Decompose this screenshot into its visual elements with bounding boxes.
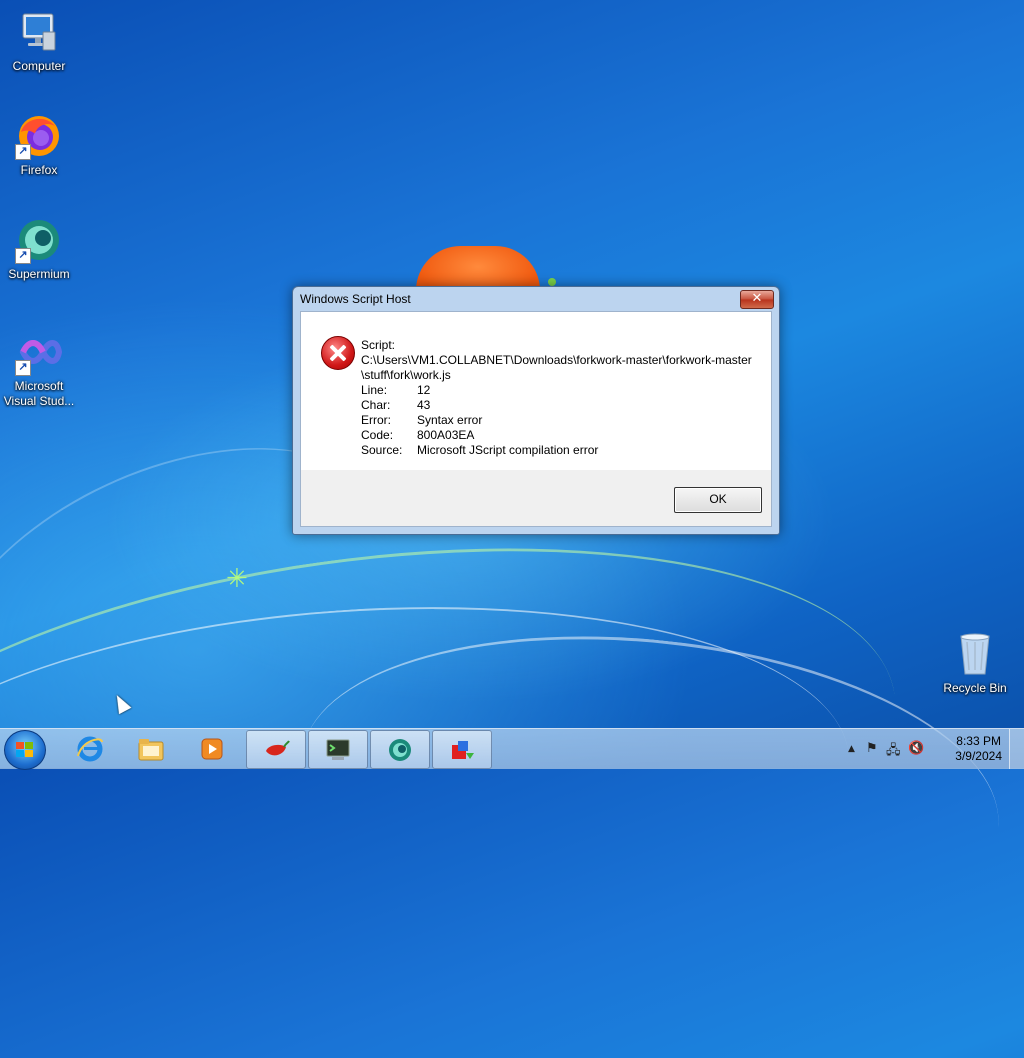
error-icon	[321, 336, 355, 370]
desktop-icon-computer[interactable]: Computer	[1, 8, 77, 74]
desktop-icon-label: Supermium	[8, 267, 70, 281]
script-path: C:\Users\VM1.COLLABNET\Downloads\forkwor…	[361, 353, 752, 382]
desktop-icon-supermium[interactable]: ↗ Supermium	[1, 216, 77, 282]
system-tray: ▲ ⚑ 🖧 🔇 8:33 PM 3/9/2024	[834, 729, 1024, 769]
action-center-flag-icon[interactable]: ⚑	[866, 741, 878, 756]
show-desktop-button[interactable]	[1009, 729, 1024, 769]
recycle-bin-icon	[951, 630, 999, 678]
close-icon: ✕	[751, 291, 763, 306]
detail-key: Line:	[361, 383, 388, 397]
detail-key: Code:	[361, 428, 394, 442]
supermium-icon	[386, 737, 414, 763]
clock-date: 3/9/2024	[955, 749, 1002, 763]
detail-key: Error:	[361, 413, 391, 427]
shortcut-arrow-icon: ↗	[15, 360, 31, 376]
ok-button[interactable]: OK	[674, 487, 762, 513]
dialog-title: Windows Script Host	[300, 292, 411, 306]
script-host-dialog: Windows Script Host ✕ Script: C:\Users\V…	[292, 286, 780, 535]
wallpaper-logo-green	[548, 278, 556, 286]
detail-row: Char: 43	[361, 398, 756, 413]
detail-row: Code: 800A03EA	[361, 428, 756, 443]
detail-row: Line: 12	[361, 383, 756, 398]
start-button[interactable]	[4, 730, 46, 770]
supermium-icon: ↗	[15, 216, 63, 264]
wallpaper-swoosh	[0, 575, 862, 1007]
show-hidden-icons-chevron-icon[interactable]: ▲	[848, 744, 855, 754]
pepper-app-icon	[262, 737, 290, 763]
detail-key: Source:	[361, 443, 403, 457]
mouse-cursor-icon	[110, 691, 132, 715]
detail-row: Source: Microsoft JScript compilation er…	[361, 443, 756, 458]
close-button[interactable]: ✕	[740, 290, 774, 309]
desktop-icon-label: Computer	[12, 59, 66, 73]
clock[interactable]: 8:33 PM 3/9/2024	[955, 734, 1002, 764]
taskbar-pepper-app[interactable]	[246, 730, 306, 769]
taskbar-file-explorer[interactable]	[122, 730, 180, 767]
desktop-icon-recycle-bin[interactable]: Recycle Bin	[937, 630, 1013, 696]
desktop-icon-label: Microsoft Visual Stud...	[3, 379, 75, 408]
taskbar: ▲ ⚑ 🖧 🔇 8:33 PM 3/9/2024	[0, 728, 1024, 770]
detail-value: 43	[417, 398, 431, 412]
dialog-body: Script: C:\Users\VM1.COLLABNET\Downloads…	[300, 311, 772, 527]
network-icon[interactable]: 🖧	[886, 741, 901, 763]
firefox-icon: ↗	[15, 112, 63, 160]
clock-time: 8:33 PM	[956, 734, 1001, 748]
internet-explorer-icon	[76, 736, 104, 762]
visual-studio-icon: ↗	[15, 328, 63, 376]
wallpaper-swoosh	[286, 604, 1014, 979]
windows-logo-icon	[16, 742, 34, 758]
detail-key: Char:	[361, 398, 391, 412]
terminal-app-icon	[324, 737, 352, 763]
wallpaper-swoosh	[0, 485, 925, 1058]
media-player-icon	[198, 736, 226, 762]
file-explorer-icon	[137, 736, 165, 762]
computer-icon	[15, 8, 63, 56]
detail-row: Error: Syntax error	[361, 413, 756, 428]
shortcut-arrow-icon: ↗	[15, 144, 31, 160]
detail-value: 800A03EA	[417, 428, 475, 442]
volume-muted-icon[interactable]: 🔇	[908, 741, 924, 756]
desktop-icon-label: Firefox	[20, 163, 58, 177]
dialog-footer: OK	[301, 470, 771, 526]
desktop-icon-label: Recycle Bin	[943, 681, 1007, 695]
desktop-icon-visual-studio[interactable]: ↗ Microsoft Visual Stud...	[1, 328, 77, 409]
script-host-icon	[448, 737, 476, 763]
taskbar-terminal-app[interactable]	[308, 730, 368, 769]
taskbar-supermium[interactable]	[370, 730, 430, 769]
error-message: Script: C:\Users\VM1.COLLABNET\Downloads…	[361, 338, 756, 458]
taskbar-internet-explorer[interactable]	[61, 730, 119, 767]
taskbar-media-player[interactable]	[183, 730, 241, 767]
shortcut-arrow-icon: ↗	[15, 248, 31, 264]
detail-value: Microsoft JScript compilation error	[417, 443, 599, 457]
script-label: Script:	[361, 338, 396, 352]
wallpaper-sparkle: ✳	[226, 564, 248, 594]
detail-value: Syntax error	[417, 413, 483, 427]
taskbar-script-host[interactable]	[432, 730, 492, 769]
desktop-icon-firefox[interactable]: ↗ Firefox	[1, 112, 77, 178]
detail-value: 12	[417, 383, 431, 397]
